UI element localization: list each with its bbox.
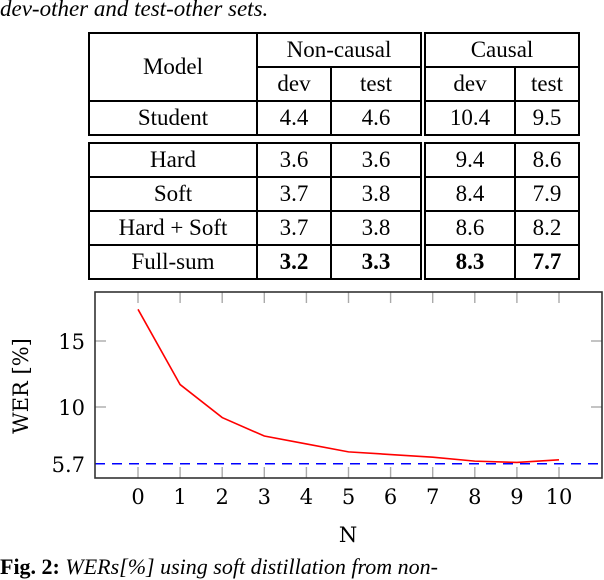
header-causal: Causal <box>423 33 579 67</box>
y-tick-label: 15 <box>58 330 85 354</box>
cell-value: 8.2 <box>515 211 579 245</box>
x-tick-label: 9 <box>510 485 523 509</box>
figure-caption-text: WERs[%] using soft distillation from non… <box>65 554 438 579</box>
cell-value: 3.6 <box>331 143 423 177</box>
cell-value-best: 7.7 <box>515 245 579 279</box>
results-table: Model Non-causal Causal dev test dev tes… <box>88 32 580 280</box>
y-tick-label: 5.7 <box>52 453 85 477</box>
cell-model: Hard + Soft <box>89 211 257 245</box>
cell-value-best: 8.3 <box>423 245 515 279</box>
cell-value: 10.4 <box>423 101 515 135</box>
cell-value: 8.6 <box>515 143 579 177</box>
x-tick-label: 1 <box>173 485 186 509</box>
cell-value-best: 3.2 <box>257 245 331 279</box>
x-tick-label: 10 <box>546 485 573 509</box>
wer-series-line <box>138 309 559 462</box>
cell-value: 3.8 <box>331 177 423 211</box>
cell-model: Student <box>89 101 257 135</box>
table-row: Hard + Soft 3.7 3.8 8.6 8.2 <box>89 211 579 245</box>
table-row-best: Full-sum 3.2 3.3 8.3 7.7 <box>89 245 579 279</box>
cell-model: Full-sum <box>89 245 257 279</box>
cell-model: Hard <box>89 143 257 177</box>
x-tick-label: 7 <box>426 485 439 509</box>
x-tick-label: 8 <box>468 485 481 509</box>
table-row-student: Student 4.4 4.6 10.4 9.5 <box>89 101 579 135</box>
plot-frame <box>95 292 602 478</box>
cell-value-best: 3.3 <box>331 245 423 279</box>
header-model: Model <box>89 33 257 101</box>
x-axis-label: N <box>339 523 357 547</box>
cell-value: 3.6 <box>257 143 331 177</box>
table-caption-fragment: dev-other and test-other sets. <box>0 0 268 22</box>
cell-value: 8.4 <box>423 177 515 211</box>
y-tick-label: 10 <box>58 396 85 420</box>
cell-value: 3.8 <box>331 211 423 245</box>
cell-value: 4.6 <box>331 101 423 135</box>
cell-value: 9.4 <box>423 143 515 177</box>
cell-value: 9.5 <box>515 101 579 135</box>
x-tick-label: 6 <box>384 485 397 509</box>
wer-line-chart: 0 1 2 3 4 5 6 7 8 9 10 5.7 10 15 N WER [%] <box>0 286 604 554</box>
subheader-dev: dev <box>423 67 515 101</box>
cell-model: Soft <box>89 177 257 211</box>
table-row: Hard 3.6 3.6 9.4 8.6 <box>89 143 579 177</box>
cell-value: 8.6 <box>423 211 515 245</box>
cell-value: 3.7 <box>257 211 331 245</box>
x-tick-label: 2 <box>216 485 229 509</box>
x-tick-label: 5 <box>342 485 355 509</box>
x-tick-label: 3 <box>258 485 271 509</box>
cell-value: 3.7 <box>257 177 331 211</box>
cell-value: 7.9 <box>515 177 579 211</box>
subheader-test: test <box>515 67 579 101</box>
table-row: Soft 3.7 3.8 8.4 7.9 <box>89 177 579 211</box>
x-tick-label: 0 <box>131 485 144 509</box>
header-non-causal: Non-causal <box>257 33 423 67</box>
y-axis-label: WER [%] <box>9 338 33 434</box>
subheader-test: test <box>331 67 423 101</box>
figure-caption: Fig. 2: WERs[%] using soft distillation … <box>0 554 438 580</box>
cell-value: 4.4 <box>257 101 331 135</box>
figure-caption-label: Fig. 2: <box>0 554 60 579</box>
subheader-dev: dev <box>257 67 331 101</box>
x-tick-label: 4 <box>300 485 313 509</box>
